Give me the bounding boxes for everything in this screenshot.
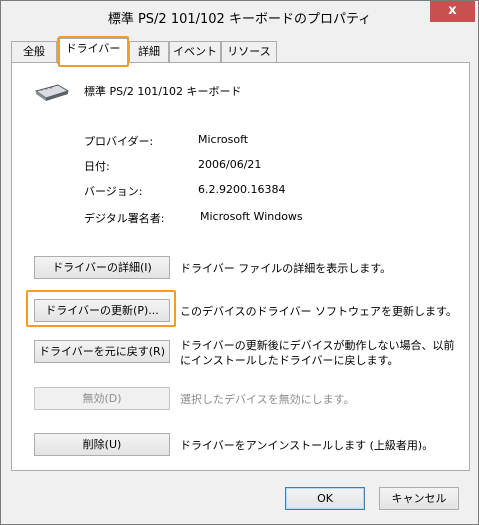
cancel-button[interactable]: キャンセル <box>379 487 459 510</box>
uninstall-driver-description: ドライバーをアンインストールします (上級者用)。 <box>180 439 434 452</box>
driver-details-description: ドライバー ファイルの詳細を表示します。 <box>180 262 392 275</box>
tab-details[interactable]: 詳細 <box>129 41 169 63</box>
rollback-driver-description: ドライバーの更新後にデバイスが動作しない場合、以前にインストールしたドライバーに… <box>180 339 455 367</box>
disable-device-button[interactable]: 無効(D) <box>34 387 170 410</box>
device-name: 標準 PS/2 101/102 キーボード <box>84 85 242 98</box>
date-value: 2006/06/21 <box>198 158 262 171</box>
driver-details-button[interactable]: ドライバーの詳細(I) <box>34 256 170 279</box>
date-label: 日付: <box>84 160 110 173</box>
update-driver-highlight <box>26 290 176 327</box>
rollback-driver-button[interactable]: ドライバーを元に戻す(R) <box>34 340 170 363</box>
properties-window: 標準 PS/2 101/102 キーボードのプロパティ x 全般 ドライバー 詳… <box>0 0 479 525</box>
version-label: バージョン: <box>84 185 143 198</box>
tab-driver-highlight <box>58 36 129 67</box>
ok-button[interactable]: OK <box>285 487 365 510</box>
provider-label: プロバイダー: <box>84 135 154 148</box>
keyboard-icon <box>34 84 70 101</box>
tab-resources[interactable]: リソース <box>221 41 277 63</box>
version-value: 6.2.9200.16384 <box>198 183 286 196</box>
tab-general[interactable]: 全般 <box>11 41 57 63</box>
tab-events[interactable]: イベント <box>169 41 221 63</box>
signer-value: Microsoft Windows <box>200 210 303 223</box>
window-title: 標準 PS/2 101/102 キーボードのプロパティ <box>107 12 372 27</box>
driver-tab-panel: 標準 PS/2 101/102 キーボード プロバイダー: Microsoft … <box>11 62 470 471</box>
disable-device-description: 選択したデバイスを無効にします。 <box>180 393 355 406</box>
title-bar: 標準 PS/2 101/102 キーボードのプロパティ x <box>1 1 478 33</box>
update-driver-description: このデバイスのドライバー ソフトウェアを更新します。 <box>180 305 457 318</box>
provider-value: Microsoft <box>198 133 249 146</box>
signer-label: デジタル署名者: <box>84 212 165 225</box>
close-button[interactable]: x <box>430 1 475 22</box>
uninstall-driver-button[interactable]: 削除(U) <box>34 433 170 456</box>
close-icon: x <box>448 3 457 18</box>
